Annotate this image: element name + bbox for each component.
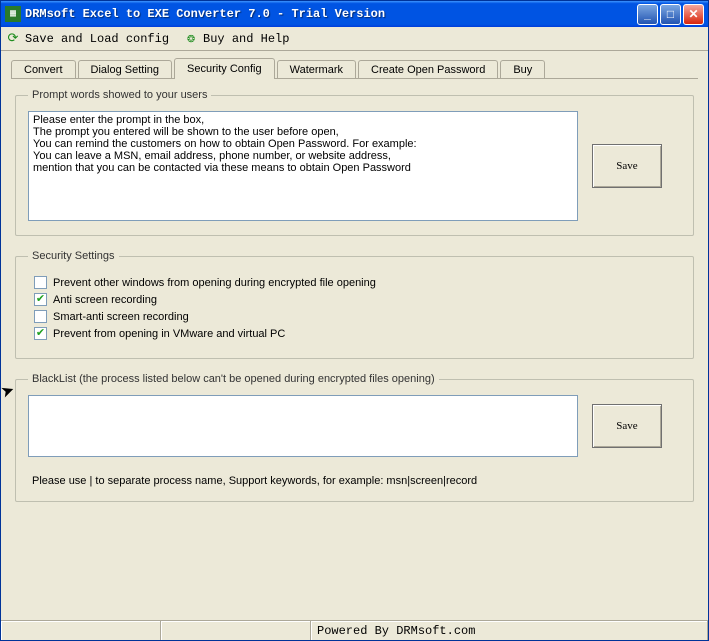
close-button[interactable]: ✕ <box>683 4 704 25</box>
buy-help-icon: ❂ <box>183 31 199 47</box>
blacklist-save-button[interactable]: Save <box>592 404 662 448</box>
opt-anti-screen-recording[interactable]: ✔ Anti screen recording <box>34 293 681 306</box>
tab-security-config[interactable]: Security Config <box>174 58 275 79</box>
security-settings-group: Security Settings Prevent other windows … <box>15 250 694 359</box>
status-cell-right: Powered By DRMsoft.com <box>311 621 708 640</box>
checkbox-icon <box>34 310 47 323</box>
statusbar: Powered By DRMsoft.com <box>1 620 708 640</box>
prompt-words-textarea[interactable] <box>28 111 578 221</box>
save-load-icon: ⟳ <box>5 31 21 47</box>
window-title: DRMsoft Excel to EXE Converter 7.0 - Tri… <box>25 7 637 21</box>
opt-smart-anti-screen-recording[interactable]: Smart-anti screen recording <box>34 310 681 323</box>
prompt-save-button[interactable]: Save <box>592 144 662 188</box>
prompt-words-legend: Prompt words showed to your users <box>28 89 211 101</box>
blacklist-textarea[interactable] <box>28 395 578 457</box>
blacklist-group: BlackList (the process listed below can'… <box>15 373 694 502</box>
window-buttons: _ □ ✕ <box>637 4 704 25</box>
tab-create-open-password[interactable]: Create Open Password <box>358 60 498 79</box>
checkbox-icon: ✔ <box>34 293 47 306</box>
tab-watermark[interactable]: Watermark <box>277 60 356 79</box>
tab-dialog-setting[interactable]: Dialog Setting <box>78 60 173 79</box>
status-cell-mid <box>161 621 311 640</box>
opt-prevent-other-windows[interactable]: Prevent other windows from opening durin… <box>34 276 681 289</box>
blacklist-legend: BlackList (the process listed below can'… <box>28 373 439 385</box>
tab-buy[interactable]: Buy <box>500 60 545 79</box>
status-cell-left <box>1 621 161 640</box>
checkbox-icon <box>34 276 47 289</box>
app-window: ▦ DRMsoft Excel to EXE Converter 7.0 - T… <box>0 0 709 641</box>
titlebar: ▦ DRMsoft Excel to EXE Converter 7.0 - T… <box>1 1 708 27</box>
tab-content: Prompt words showed to your users Save S… <box>1 79 708 620</box>
checkbox-icon: ✔ <box>34 327 47 340</box>
prompt-words-group: Prompt words showed to your users Save <box>15 89 694 236</box>
minimize-button[interactable]: _ <box>637 4 658 25</box>
maximize-button[interactable]: □ <box>660 4 681 25</box>
app-icon: ▦ <box>5 6 21 22</box>
save-load-config[interactable]: Save and Load config <box>25 32 169 46</box>
powered-by: Powered By DRMsoft.com <box>317 624 475 638</box>
toolbar: ⟳ Save and Load config ❂ Buy and Help <box>1 27 708 51</box>
buy-and-help[interactable]: Buy and Help <box>203 32 289 46</box>
security-settings-legend: Security Settings <box>28 250 119 262</box>
tabs: Convert Dialog Setting Security Config W… <box>1 51 708 79</box>
tab-convert[interactable]: Convert <box>11 60 76 79</box>
opt-prevent-vmware[interactable]: ✔ Prevent from opening in VMware and vir… <box>34 327 681 340</box>
blacklist-hint: Please use | to separate process name, S… <box>32 475 681 487</box>
